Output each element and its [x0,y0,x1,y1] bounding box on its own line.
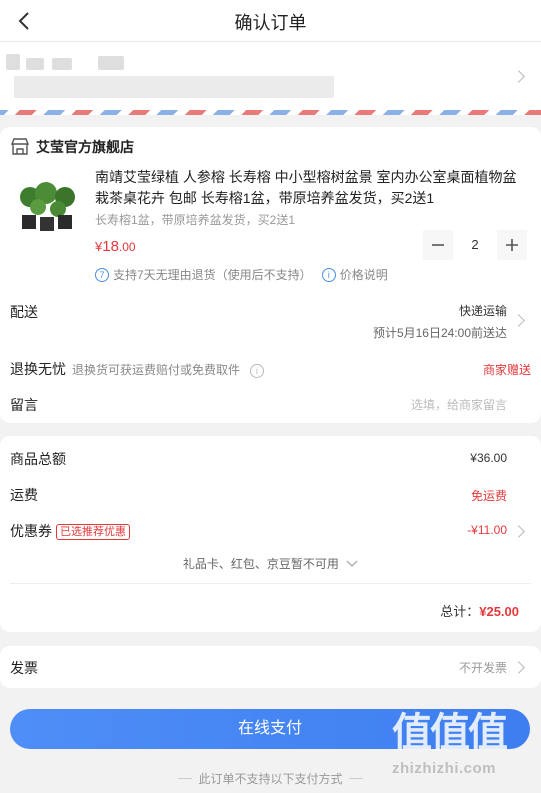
message-input[interactable]: 选填，给商家留言 [411,396,507,413]
coupon-row[interactable]: 优惠券 已选推荐优惠 [10,521,130,541]
delivery-method[interactable]: 快递运输 [459,302,507,319]
order-item-card: 艾莹官方旗舰店 南靖艾莹绿植 人参榕 长寿榕 中小型榕树盆景 室内办公室桌面植物… [0,127,541,423]
return-policy-text: 支持7天无理由退货（使用后不支持） [113,268,312,282]
product-thumbnail[interactable] [10,167,86,243]
coupon-chevron-icon[interactable] [512,525,525,538]
coupon-label: 优惠券 [10,523,52,539]
store-icon [10,138,30,155]
return-service-row[interactable]: 退换无忧 退换货可获运费赔付或免费取件 i [10,359,264,379]
note-divider-right [348,778,363,779]
return-service-label: 退换无忧 [10,361,66,377]
info-icon: i [321,267,336,282]
plus-icon [506,239,518,251]
price-explanation-link[interactable]: 价格说明 [340,266,388,283]
order-total: 总计：¥25.00 [440,601,519,620]
return-service-hint: 退换货可获运费赔付或免费取件 [72,363,241,377]
invoice-row[interactable]: 发票 不开发票 [0,646,541,688]
goods-total-label: 商品总额 [10,451,66,467]
service-info: 7 支持7天无理由退货（使用后不支持） i 价格说明 [95,266,388,283]
address-blurred-text [52,58,72,70]
shipping-value: 免运费 [470,489,507,503]
shop-header[interactable]: 艾莹官方旗舰店 [10,137,134,157]
payment-note-text: 此订单不支持以下支付方式 [198,772,343,786]
invoice-label: 发票 [10,660,38,676]
info-icon[interactable]: i [249,364,264,378]
chevron-down-icon [346,560,358,567]
price-integer: 18 [102,238,119,255]
coupon-tag: 已选推荐优惠 [56,524,130,540]
payment-note: 此订单不支持以下支付方式 [0,770,541,787]
page-title: 确认订单 [234,13,307,33]
total-label: 总计： [440,604,480,619]
address-blurred-text [14,76,334,98]
address-divider-stripe [0,110,541,115]
invoice-chevron-icon [512,661,525,674]
quantity-input[interactable]: 2 [453,230,497,260]
address-section[interactable] [0,42,541,112]
goods-total-value: ¥36.00 [470,451,507,465]
quantity-stepper: 2 [423,230,527,260]
invoice-value: 不开发票 [458,661,507,675]
product-spec: 长寿榕1盆，带原培养盆发货，买2送1 [95,213,296,227]
coupon-value[interactable]: -¥11.00 [467,523,507,537]
shipping-label: 运费 [10,487,38,503]
message-label: 留言 [10,397,38,413]
product-name[interactable]: 南靖艾莹绿植 人参榕 长寿榕 中小型榕树盆景 室内办公室桌面植物盆栽茶桌花卉 包… [95,167,525,209]
giftcard-toggle[interactable]: 礼品卡、红包、京豆暂不可用 [0,555,541,572]
giftcard-note: 礼品卡、红包、京豆暂不可用 [182,557,339,571]
address-blurred-text [26,58,44,70]
minus-icon [432,244,444,246]
return-service-value: 商家赠送 [482,363,531,377]
address-blurred-text [6,54,20,70]
top-bar: 确认订单 [0,0,541,42]
increase-button[interactable] [497,230,527,260]
delivery-label: 配送 [10,304,38,320]
note-divider-left [178,778,193,779]
total-value: ¥25.00 [479,604,519,619]
shop-name: 艾莹官方旗舰店 [36,139,134,155]
price-decimal: .00 [118,240,136,254]
delivery-chevron-icon[interactable] [512,314,525,327]
delivery-eta: 预计5月16日24:00前送达 [372,326,507,340]
chevron-right-icon [512,70,525,83]
product-price: ¥18.00 [95,238,136,255]
price-summary-card: 商品总额 ¥36.00 运费 免运费 优惠券 已选推荐优惠 -¥11.00 礼品卡… [0,436,541,632]
watermark-logo: 值值值 [392,711,508,755]
address-blurred-text [98,56,124,70]
decrease-button[interactable] [423,230,453,260]
seven-day-return-icon: 7 [95,267,109,282]
summary-divider [10,583,531,584]
